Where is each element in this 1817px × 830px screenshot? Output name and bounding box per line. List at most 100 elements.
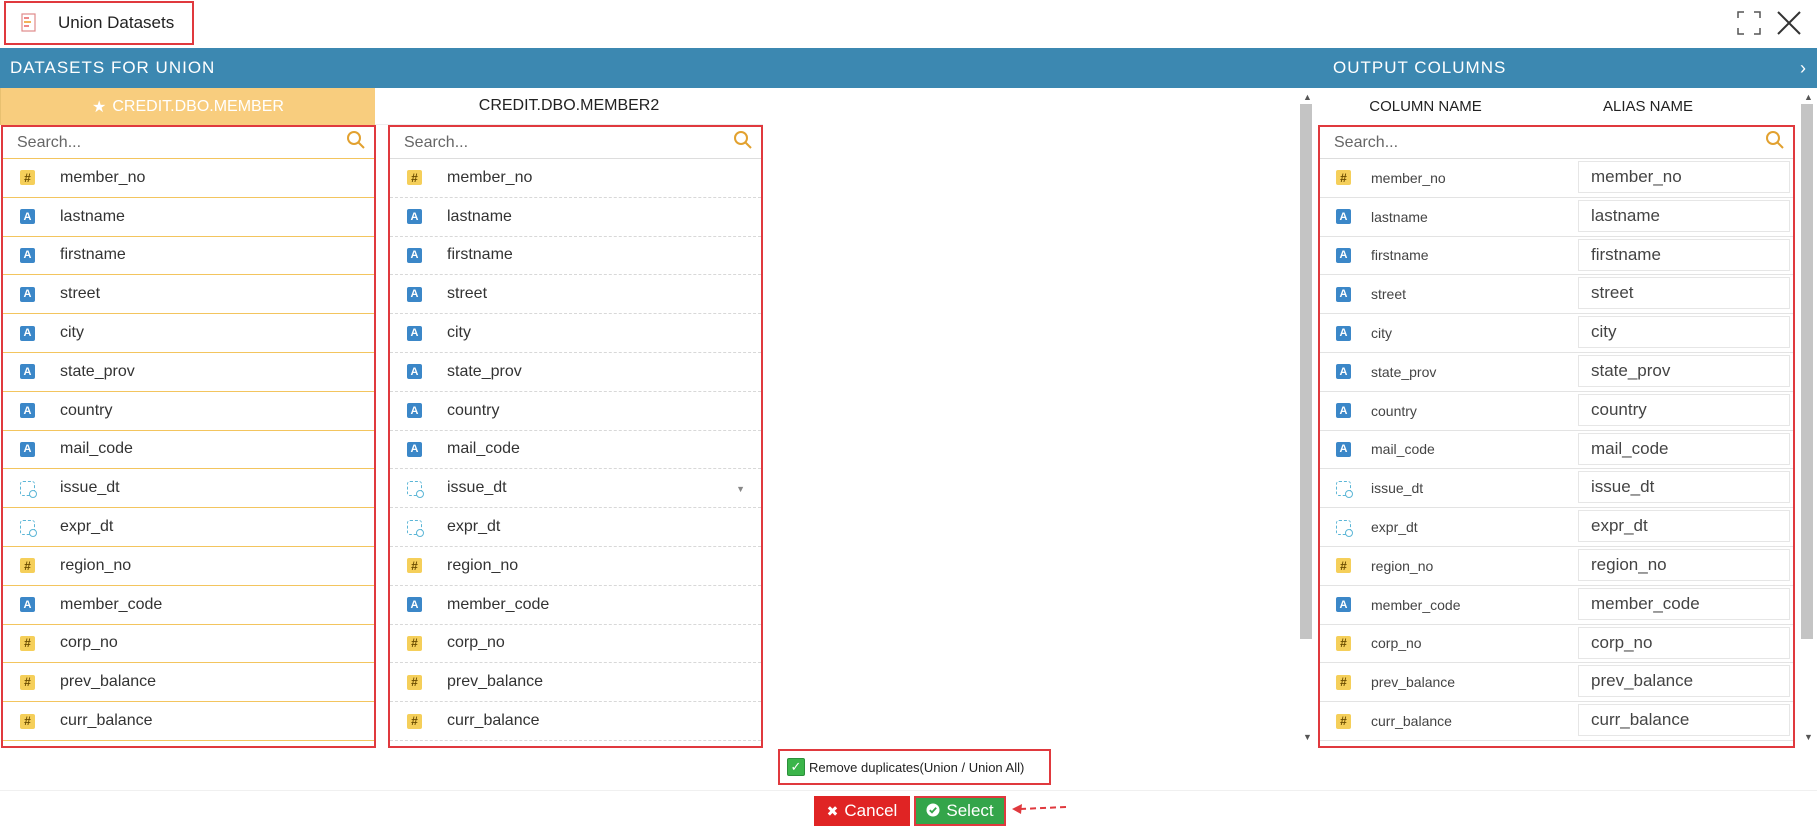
scroll-down-arrow-icon[interactable]: ▼ [1804, 732, 1813, 742]
search-icon[interactable] [346, 130, 366, 155]
scroll-down-arrow-icon[interactable]: ▼ [1303, 732, 1312, 742]
column-row[interactable]: Alastname [3, 198, 374, 237]
column-name-header: COLUMN NAME [1369, 98, 1482, 115]
alias-name-input[interactable]: issue_dt [1578, 471, 1790, 504]
column-row[interactable]: # prev_balance [390, 663, 761, 703]
alias-name-input[interactable]: prev_balance [1578, 665, 1790, 698]
column-row[interactable]: Amember_code [3, 586, 374, 625]
column-row[interactable]: # region_no [390, 547, 761, 586]
alias-name-input[interactable]: member_code [1578, 587, 1790, 620]
alias-name-input[interactable]: city [1578, 316, 1790, 349]
column-row[interactable]: Astate_prov [390, 353, 761, 392]
column-row[interactable]: # corp_no [390, 625, 761, 664]
column-name: member_no [60, 168, 146, 186]
column-name: street [60, 285, 101, 303]
column-name: curr_balance [60, 712, 153, 730]
maximize-icon[interactable] [1736, 10, 1762, 36]
column-row[interactable]: Amail_code [3, 431, 374, 470]
column-row[interactable]: Amember_code [390, 586, 761, 625]
column-row[interactable]: # member_no [390, 159, 761, 198]
column-name: corp_no [1371, 635, 1422, 652]
column-row[interactable]: Acountry [3, 392, 374, 431]
alias-name-input[interactable]: state_prov [1578, 354, 1790, 387]
column-row[interactable]: # curr_balance [3, 702, 374, 741]
alias-name-input[interactable]: corp_no [1578, 626, 1790, 659]
output-column-row[interactable]: Amember_code member_code [1320, 586, 1793, 625]
text-a-icon: A [407, 325, 422, 341]
column-name: curr_balance [447, 712, 540, 730]
search-icon[interactable] [733, 130, 753, 155]
output-column-row[interactable]: Amail_code mail_code [1320, 431, 1793, 470]
column-name: mail_code [60, 440, 133, 458]
column-row[interactable]: issue_dt ▼ [390, 469, 761, 509]
column-name: lastname [447, 207, 512, 225]
column-row[interactable]: Acity [3, 314, 374, 353]
dataset-1-column-list: #member_noAlastnameAfirstnameAstreetAcit… [1, 125, 376, 748]
output-column-row[interactable]: issue_dt issue_dt [1320, 469, 1793, 509]
scrollbar-middle[interactable] [1300, 104, 1312, 639]
alias-name-input[interactable]: expr_dt [1578, 510, 1790, 543]
alias-name-input[interactable]: mail_code [1578, 432, 1790, 465]
dataset-tab-label: CREDIT.DBO.MEMBER2 [478, 97, 660, 114]
alias-name-input[interactable]: firstname [1578, 238, 1790, 271]
cancel-button[interactable]: ✖ Cancel [814, 796, 910, 826]
output-column-row[interactable]: Astreet street [1320, 275, 1793, 315]
column-row[interactable]: expr_dt [390, 508, 761, 547]
output-column-row[interactable]: Acity city [1320, 314, 1793, 353]
search-input[interactable] [402, 132, 706, 153]
alias-name-input[interactable]: street [1578, 277, 1790, 310]
column-row[interactable]: Afirstname [390, 237, 761, 276]
output-column-row[interactable]: expr_dt expr_dt [1320, 508, 1793, 547]
search-input[interactable] [1332, 132, 1636, 153]
column-row[interactable]: # curr_balance [390, 702, 761, 741]
column-row[interactable]: # prev_balance [3, 663, 374, 703]
dataset-tab-secondary[interactable]: CREDIT.DBO.MEMBER2 [375, 88, 763, 125]
output-column-row[interactable]: Astate_prov state_prov [1320, 353, 1793, 392]
output-column-row[interactable]: # member_no member_no [1320, 159, 1793, 198]
dropdown-caret-icon[interactable]: ▼ [736, 484, 745, 494]
output-column-row[interactable]: # prev_balance prev_balance [1320, 663, 1793, 703]
column-row[interactable]: # corp_no [3, 625, 374, 664]
select-button[interactable]: Select [914, 796, 1006, 826]
close-icon[interactable] [1774, 8, 1804, 38]
column-row[interactable]: Alastname [390, 198, 761, 237]
output-column-row[interactable]: # region_no region_no [1320, 547, 1793, 586]
column-row[interactable]: issue_dt [3, 469, 374, 509]
dataset-2-column-list: #member_noAlastnameAfirstnameAstreetAcit… [388, 125, 763, 748]
cancel-button-label: Cancel [844, 801, 898, 820]
column-row[interactable]: Astreet [390, 275, 761, 315]
column-row[interactable]: Amail_code [390, 431, 761, 470]
remove-duplicates-option[interactable]: ✓ Remove duplicates(Union / Union All) [778, 749, 1051, 785]
output-column-row[interactable]: Afirstname firstname [1320, 237, 1793, 276]
column-row[interactable]: Astate_prov [3, 353, 374, 392]
column-row[interactable]: Astreet [3, 275, 374, 315]
remove-duplicates-checkbox[interactable]: ✓ [787, 758, 805, 776]
output-columns-section-header: OUTPUT COLUMNS › [1305, 48, 1817, 88]
dataset-tab-primary[interactable]: ★ CREDIT.DBO.MEMBER [0, 88, 375, 125]
column-row[interactable]: expr_dt [3, 508, 374, 547]
alias-name-input[interactable]: lastname [1578, 199, 1790, 232]
column-row[interactable]: Afirstname [3, 237, 374, 276]
column-name: city [447, 324, 471, 342]
output-column-row[interactable]: Acountry country [1320, 392, 1793, 431]
column-row[interactable]: Acountry [390, 392, 761, 431]
output-column-row[interactable]: # curr_balance curr_balance [1320, 702, 1793, 741]
alias-name-input[interactable]: country [1578, 393, 1790, 426]
scroll-up-arrow-icon[interactable]: ▲ [1303, 92, 1312, 102]
column-row[interactable]: # member_no [3, 159, 374, 198]
search-input[interactable] [15, 132, 319, 153]
output-column-row[interactable]: # corp_no corp_no [1320, 625, 1793, 664]
hash-icon: # [20, 713, 35, 729]
alias-name-input[interactable]: member_no [1578, 161, 1790, 193]
search-icon[interactable] [1765, 130, 1785, 155]
scroll-up-arrow-icon[interactable]: ▲ [1804, 92, 1813, 102]
scrollbar-right[interactable] [1801, 104, 1813, 639]
column-row[interactable]: # region_no [3, 547, 374, 586]
column-name: state_prov [60, 362, 135, 380]
alias-name-input[interactable]: region_no [1578, 548, 1790, 581]
alias-name-input[interactable]: curr_balance [1578, 704, 1790, 737]
output-column-row[interactable]: Alastname lastname [1320, 198, 1793, 237]
column-row[interactable]: Acity [390, 314, 761, 353]
collapse-chevron-icon[interactable]: › [1800, 58, 1807, 79]
select-button-label: Select [946, 801, 994, 820]
